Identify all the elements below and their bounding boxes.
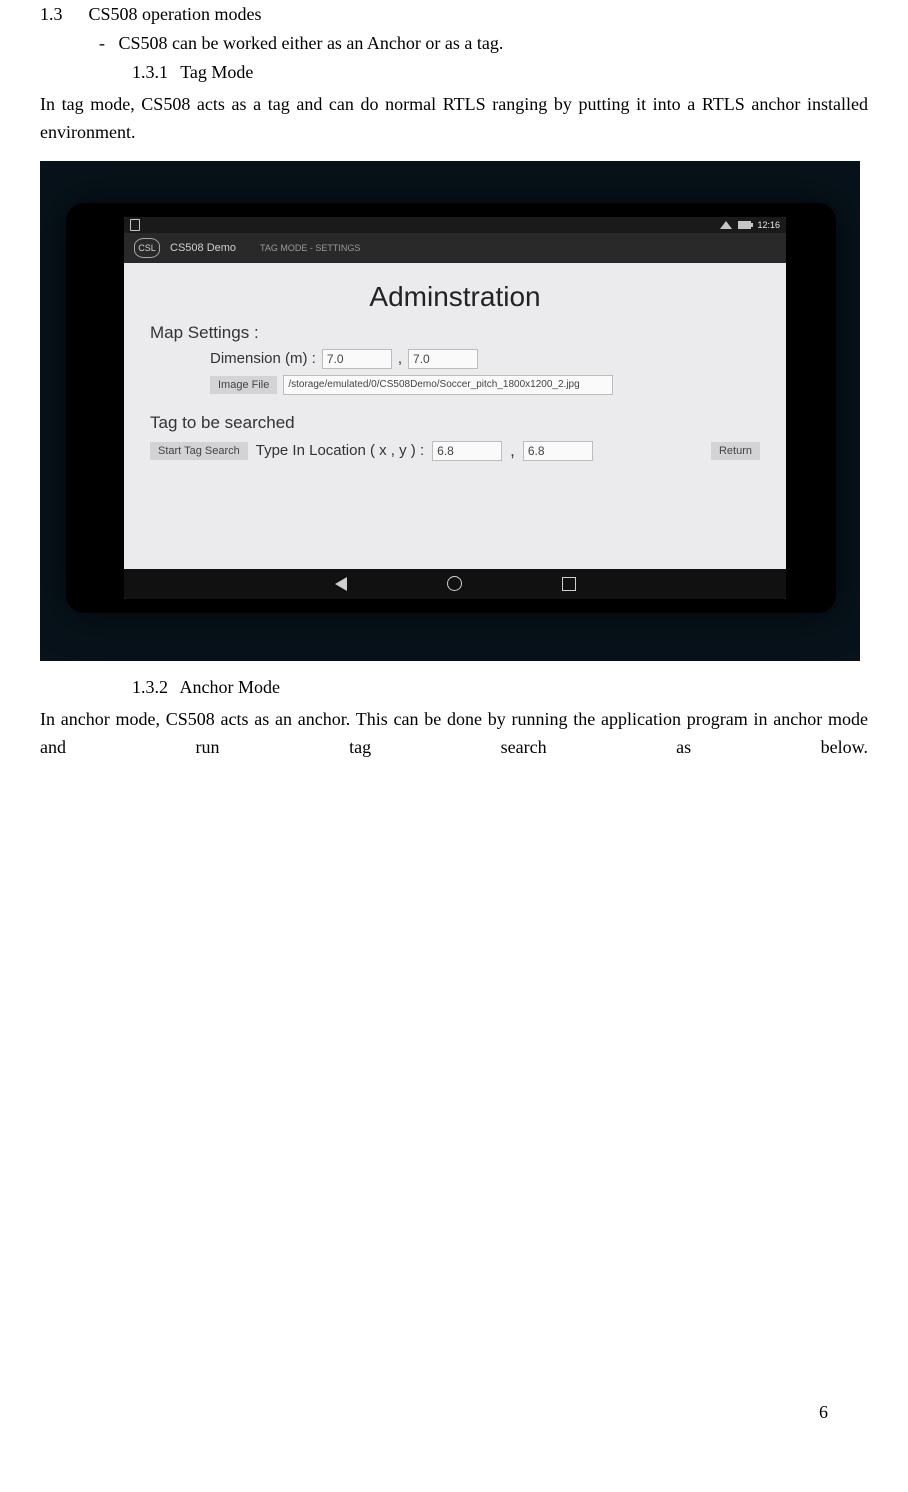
android-status-bar: 12:16: [124, 217, 786, 233]
nav-back-icon[interactable]: [335, 577, 347, 591]
csl-logo: CSL: [134, 238, 160, 258]
tablet-frame: 12:16 CSL CS508 Demo TAG MODE - SETTINGS…: [66, 203, 836, 613]
comma-1: ,: [398, 350, 402, 367]
image-file-button[interactable]: Image File: [210, 376, 277, 394]
section-number: 1.3: [40, 4, 84, 25]
battery-icon: [738, 221, 751, 229]
subsection-heading-2: 1.3.2 Anchor Mode: [132, 677, 868, 698]
map-settings-label: Map Settings :: [150, 323, 760, 343]
bullet-text: CS508 can be worked either as an Anchor …: [119, 33, 504, 53]
comma-2: ,: [510, 441, 515, 461]
dimension-y-input[interactable]: 7.0: [408, 349, 478, 369]
location-y-input[interactable]: 6.8: [523, 441, 593, 461]
page-number: 6: [819, 1402, 828, 1423]
section-title: CS508 operation modes: [89, 4, 262, 24]
dash-icon: -: [90, 33, 114, 54]
status-time: 12:16: [757, 220, 780, 230]
tag-search-label: Tag to be searched: [150, 413, 295, 433]
start-tag-search-button[interactable]: Start Tag Search: [150, 442, 248, 460]
paragraph-tag-mode: In tag mode, CS508 acts as a tag and can…: [40, 91, 868, 147]
subsection-title-2: Anchor Mode: [180, 677, 280, 697]
tag-search-label-row: Tag to be searched: [150, 413, 760, 433]
map-settings-text: Map Settings :: [150, 323, 259, 343]
type-location-label: Type In Location ( x , y ) :: [256, 442, 424, 459]
android-nav-bar: [124, 569, 786, 599]
image-path-input[interactable]: /storage/emulated/0/CS508Demo/Soccer_pit…: [283, 375, 613, 395]
app-bar: CSL CS508 Demo TAG MODE - SETTINGS: [124, 233, 786, 263]
app-title: CS508 Demo: [170, 242, 236, 254]
bullet-line: - CS508 can be worked either as an Ancho…: [90, 33, 868, 54]
subsection-number-1: 1.3.1: [132, 62, 176, 83]
tablet-screen: 12:16 CSL CS508 Demo TAG MODE - SETTINGS…: [124, 217, 786, 599]
section-heading: 1.3 CS508 operation modes: [40, 4, 868, 25]
wifi-icon: [720, 221, 732, 229]
nav-recent-icon[interactable]: [562, 577, 576, 591]
subsection-heading-1: 1.3.1 Tag Mode: [132, 62, 868, 83]
dimension-x-input[interactable]: 7.0: [322, 349, 392, 369]
location-x-input[interactable]: 6.8: [432, 441, 502, 461]
nav-home-icon[interactable]: [447, 576, 462, 591]
app-subtitle: TAG MODE - SETTINGS: [260, 243, 360, 253]
subsection-number-2: 1.3.2: [132, 677, 176, 698]
location-row: Start Tag Search Type In Location ( x , …: [150, 441, 760, 461]
form-area: Map Settings : Dimension (m) : 7.0 , 7.0…: [124, 323, 786, 461]
subsection-title-1: Tag Mode: [180, 62, 253, 82]
status-notification-icon: [130, 219, 140, 231]
status-left: [130, 219, 714, 231]
image-file-row: Image File /storage/emulated/0/CS508Demo…: [210, 375, 760, 395]
dimension-label: Dimension (m) :: [210, 350, 316, 367]
page-title: Adminstration: [124, 281, 786, 313]
screenshot-photo: 12:16 CSL CS508 Demo TAG MODE - SETTINGS…: [40, 161, 860, 661]
return-button[interactable]: Return: [711, 442, 760, 460]
paragraph-anchor-mode: In anchor mode, CS508 acts as an anchor.…: [40, 706, 868, 762]
dimension-row: Dimension (m) : 7.0 , 7.0: [210, 349, 760, 369]
